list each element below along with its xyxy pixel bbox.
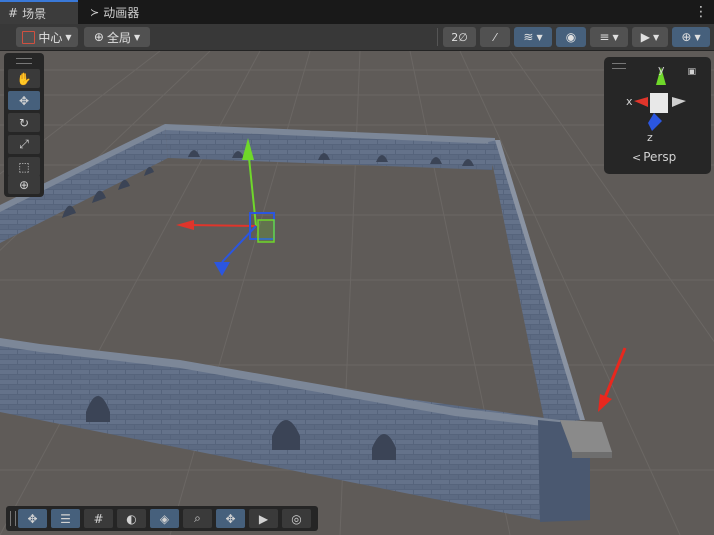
scene-toolbar: 中心 ▼ ⊕ 全局 ▼ 2∅ ⁄ ≋ ▼ ◉ ≡ ▼ ▶ ▼ ⊕ ▼ — [0, 24, 714, 51]
eye-icon: ◉ — [565, 30, 577, 44]
move-icon: ✥ — [18, 93, 30, 108]
transform-tool[interactable]: ⊕ — [8, 175, 40, 194]
tab-animator[interactable]: ≻ 动画器 — [82, 0, 172, 24]
compass-icon: ◎ — [291, 511, 302, 526]
toolbar-divider — [437, 28, 438, 46]
lighting-toggle-button[interactable]: ⁄ — [480, 27, 510, 47]
scale-tool[interactable]: ⤢ — [8, 135, 40, 154]
move-overlay-button[interactable]: ✥ — [18, 509, 47, 528]
transform-icon: ⊕ — [18, 177, 30, 192]
space-mode-dropdown[interactable]: ⊕ 全局 ▼ — [84, 27, 150, 47]
animator-icon: ≻ — [90, 5, 100, 19]
drag-handle-icon[interactable] — [16, 58, 32, 64]
grid-snapping-button[interactable]: # — [84, 509, 113, 528]
projection-label: Persp — [643, 150, 677, 164]
pivot-overlay-button[interactable]: ✥ — [216, 509, 245, 528]
rect-tool[interactable]: ⬚ — [8, 157, 40, 176]
more-options-icon[interactable]: ⋮ — [694, 4, 708, 20]
2d-toggle-button[interactable]: 2∅ — [443, 27, 476, 47]
scene-orientation-gizmo[interactable]: ▣ y x z < Persp — [604, 57, 711, 174]
grid-plane-icon: ◈ — [159, 511, 170, 526]
pivot-mode-label: 中心 — [38, 30, 63, 45]
rotate-tool[interactable]: ↻ — [8, 113, 40, 132]
camera-icon: ▶ — [640, 30, 651, 44]
shading-icon: ◐ — [126, 511, 137, 526]
search-icon: ⌕ — [194, 511, 201, 525]
z-axis-cone — [648, 113, 662, 131]
fx-icon: ≋ — [523, 30, 534, 44]
navigation-button[interactable]: ◎ — [282, 509, 311, 528]
pivot-icon: ✥ — [225, 511, 236, 526]
rotate-icon: ↻ — [18, 115, 30, 130]
hand-icon: ✋ — [16, 71, 32, 86]
axis-cube: y x z — [626, 63, 686, 144]
rect-icon: ⬚ — [18, 159, 30, 174]
tab-scene-label: 场景 — [22, 6, 47, 21]
fx-toggle-button[interactable]: ≋ ▼ — [514, 27, 552, 47]
chevron-down-icon: ▼ — [65, 32, 72, 42]
transform-tool-panel: ✋ ✥ ↻ ⤢ ⬚ ⊕ — [4, 53, 44, 197]
pivot-icon — [22, 30, 36, 44]
space-mode-label: 全局 — [106, 30, 131, 45]
move-icon: ✥ — [27, 511, 38, 526]
grid-visibility-button[interactable]: ◈ — [150, 509, 179, 528]
perspective-icon: < — [632, 150, 642, 164]
globe-icon: ⊕ — [93, 30, 104, 44]
overlay-toolbar: ✥ ☰ # ◐ ◈ ⌕ ✥ ▶ ◎ — [6, 506, 318, 531]
sliders-icon: ☰ — [60, 511, 71, 526]
grid-icon: # — [8, 6, 19, 20]
neg-x-axis-cone — [672, 97, 686, 107]
axis-y-label: y — [658, 63, 665, 76]
hand-tool[interactable]: ✋ — [8, 69, 40, 88]
tab-scene[interactable]: # 场景 — [0, 0, 78, 24]
axis-z-label: z — [647, 131, 653, 144]
chevron-down-icon: ▼ — [612, 32, 619, 42]
chevron-down-icon: ▼ — [653, 32, 660, 42]
projection-toggle[interactable]: < Persp — [632, 150, 676, 164]
move-tool[interactable]: ✥ — [8, 91, 40, 110]
chevron-down-icon: ▼ — [133, 32, 141, 42]
layers-icon: ≡ — [599, 30, 610, 44]
gizmo-icon: ⊕ — [681, 30, 692, 44]
camera-icon: ▶ — [258, 511, 269, 526]
light-off-icon: ⁄ — [494, 30, 496, 44]
chevron-down-icon: ▼ — [536, 32, 543, 42]
pivot-mode-dropdown[interactable]: 中心 ▼ — [16, 27, 78, 47]
camera-dropdown[interactable]: ▶ ▼ — [632, 27, 668, 47]
visibility-toggle-button[interactable]: ◉ — [556, 27, 586, 47]
center-cube — [650, 93, 668, 113]
tab-bar: # 场景 ≻ 动画器 ⋮ — [0, 0, 714, 24]
layers-dropdown[interactable]: ≡ ▼ — [590, 27, 628, 47]
search-button[interactable]: ⌕ — [183, 509, 212, 528]
tool-settings-button[interactable]: ☰ — [51, 509, 80, 528]
shading-mode-button[interactable]: ◐ — [117, 509, 146, 528]
x-axis-cone — [634, 97, 648, 107]
chevron-down-icon: ▼ — [694, 32, 701, 42]
2d-icon: 2∅ — [451, 30, 468, 44]
tab-animator-label: 动画器 — [103, 5, 140, 20]
drag-handle-icon[interactable] — [10, 511, 16, 526]
gizmos-dropdown[interactable]: ⊕ ▼ — [672, 27, 710, 47]
grid-snap-icon: # — [93, 511, 104, 526]
scale-icon: ⤢ — [19, 137, 29, 151]
axis-x-label: x — [626, 95, 633, 108]
camera-overlay-button[interactable]: ▶ — [249, 509, 278, 528]
